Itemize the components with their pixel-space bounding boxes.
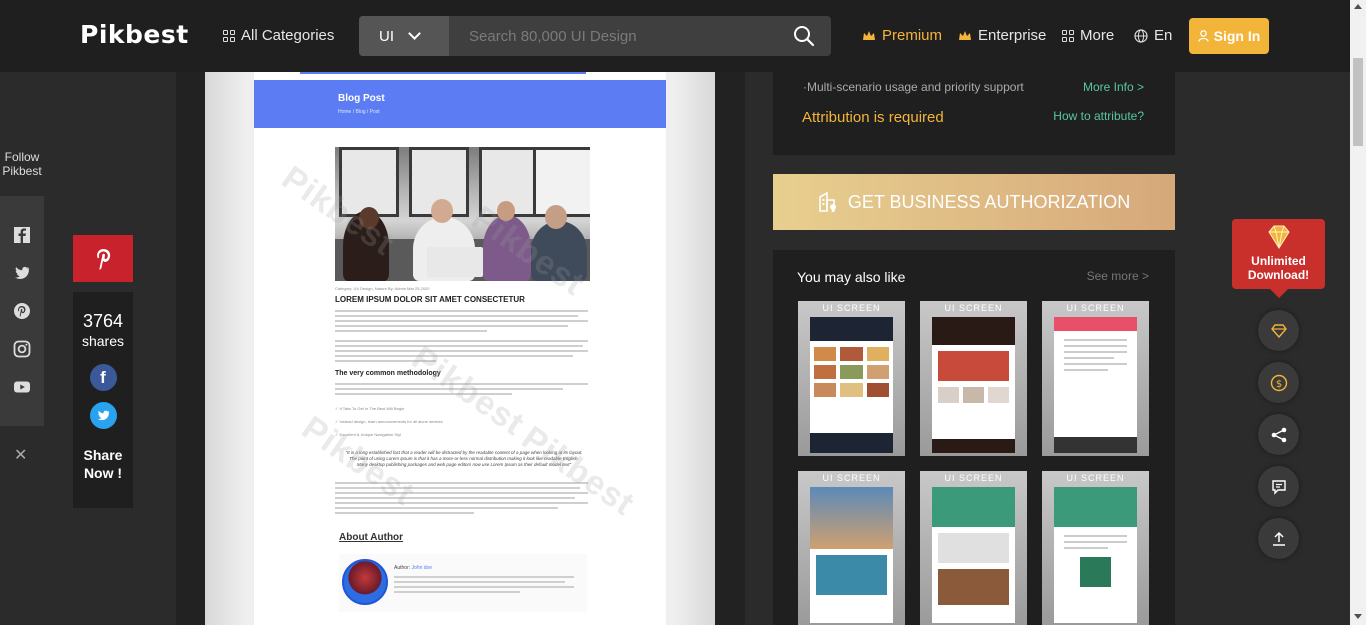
- see-more-link[interactable]: See more >: [1087, 269, 1149, 283]
- facebook-share-icon[interactable]: f: [89, 364, 117, 391]
- coin-button[interactable]: $: [1258, 362, 1299, 403]
- unlimited-download-badge[interactable]: Unlimited Download!: [1232, 219, 1325, 289]
- top-header: Pikbest All Categories UI Premium Enterp…: [0, 0, 1350, 72]
- youtube-icon[interactable]: [13, 378, 31, 396]
- crown-icon: [863, 30, 875, 40]
- blog-hero-banner: Blog Post Home / Blog / Post: [254, 80, 666, 128]
- share-now-label: Share Now !: [83, 447, 123, 481]
- article-paragraph: [335, 310, 588, 335]
- checklist-item: ✓ It Taks To Get In The Best Will Begin: [335, 406, 405, 411]
- business-authorization-label: GET BUSINESS AUTHORIZATION: [847, 191, 1131, 212]
- also-like-title: You may also like: [797, 269, 906, 285]
- related-template-thumbnail[interactable]: UI SCREEN: [1042, 301, 1149, 456]
- related-template-thumbnail[interactable]: UI SCREEN: [920, 301, 1027, 456]
- usage-support-text: ·Multi-scenario usage and priority suppo…: [803, 80, 1024, 94]
- sign-in-button[interactable]: Sign In: [1189, 18, 1269, 54]
- categories-grid-icon: [223, 29, 235, 42]
- more-info-link[interactable]: More Info >: [1083, 80, 1144, 94]
- share-button[interactable]: [1258, 414, 1299, 455]
- share-count-label: shares: [81, 333, 125, 349]
- article-title: LOREM IPSUM DOLOR SIT AMET CONSECTETUR: [335, 295, 525, 304]
- instagram-icon[interactable]: [13, 340, 31, 358]
- related-template-thumbnail[interactable]: UI SCREEN: [798, 471, 905, 625]
- crown-icon: [959, 30, 971, 40]
- feedback-button[interactable]: [1258, 466, 1299, 507]
- author-name: Author: John doe: [394, 565, 433, 571]
- checklist-item: ✓ Instead design, learn announcements fo…: [335, 419, 443, 424]
- author-avatar: [342, 559, 388, 605]
- user-icon: [1198, 30, 1209, 42]
- pinterest-icon: [97, 248, 111, 270]
- language-label: En: [1154, 27, 1173, 44]
- get-business-authorization-button[interactable]: GET BUSINESS AUTHORIZATION: [773, 174, 1175, 230]
- svg-text:$: $: [1275, 379, 1281, 390]
- premium-link[interactable]: Premium: [862, 27, 942, 44]
- how-to-attribute-link[interactable]: How to attribute?: [1053, 109, 1144, 123]
- design-preview-page[interactable]: Blog Post Home / Blog / Post Category: U…: [254, 72, 666, 625]
- pinterest-save-button[interactable]: [73, 235, 133, 282]
- share-count: 3764: [82, 311, 124, 331]
- share-panel: 3764 shares f Share Now !: [73, 292, 133, 508]
- scroll-up-arrow-icon[interactable]: [1354, 4, 1362, 9]
- close-icon[interactable]: ✕: [14, 445, 27, 465]
- language-selector[interactable]: En: [1134, 27, 1172, 44]
- enterprise-label: Enterprise: [978, 27, 1047, 44]
- scrollbar-thumb[interactable]: [1353, 58, 1363, 146]
- scroll-down-arrow-icon[interactable]: [1354, 614, 1362, 619]
- blog-hero-title: Blog Post: [338, 93, 385, 104]
- sign-in-label: Sign In: [1213, 28, 1261, 44]
- upload-arrow-icon: [1272, 531, 1285, 546]
- unlimited-label: Unlimited: [1251, 254, 1306, 268]
- related-template-thumbnail[interactable]: UI SCREEN: [1042, 471, 1149, 625]
- author-card: Author: John doe: [339, 554, 587, 612]
- all-categories-menu[interactable]: All Categories: [223, 27, 334, 44]
- search-icon[interactable]: [793, 25, 815, 47]
- share-icon: [1271, 427, 1286, 442]
- search-type-value: UI: [379, 27, 394, 45]
- search-type-select[interactable]: UI: [359, 16, 449, 56]
- more-grid-icon: [1062, 29, 1074, 42]
- author-bio: [394, 576, 574, 596]
- twitter-icon[interactable]: [13, 264, 31, 282]
- comment-icon: [1271, 479, 1286, 495]
- back-to-top-button[interactable]: [1258, 518, 1299, 559]
- dollar-coin-icon: $: [1270, 374, 1287, 391]
- premium-diamond-button[interactable]: [1258, 310, 1299, 351]
- search-bar: UI: [359, 16, 831, 56]
- diamond-icon: [1270, 323, 1287, 338]
- related-template-thumbnail[interactable]: UI SCREEN: [798, 301, 905, 456]
- vertical-scrollbar[interactable]: [1350, 0, 1366, 625]
- attribution-required-text: Attribution is required: [802, 109, 944, 126]
- about-author-heading: About Author: [339, 532, 404, 543]
- more-label: More: [1080, 27, 1115, 44]
- social-follow-bar: [0, 196, 44, 426]
- preview-page-top-edge: [300, 72, 586, 74]
- facebook-icon[interactable]: [13, 226, 31, 244]
- follow-pikbest-label: Follow Pikbest: [2, 150, 42, 178]
- globe-icon: [1134, 28, 1148, 43]
- license-info-box: ·Multi-scenario usage and priority suppo…: [773, 72, 1175, 155]
- building-license-icon: [819, 191, 836, 213]
- search-input[interactable]: [459, 16, 779, 56]
- related-template-thumbnail[interactable]: UI SCREEN: [920, 471, 1027, 625]
- badge-pointer: [1270, 289, 1288, 298]
- premium-label: Premium: [882, 27, 943, 44]
- article-paragraph: [335, 340, 588, 365]
- more-menu[interactable]: More: [1062, 27, 1114, 44]
- article-meta: Category: UX Design, Nature By: Admin Ma…: [335, 286, 430, 291]
- download-label: Download!: [1247, 268, 1310, 282]
- all-categories-label: All Categories: [241, 27, 335, 44]
- pikbest-logo[interactable]: Pikbest: [80, 20, 189, 49]
- pinterest-icon[interactable]: [13, 302, 31, 320]
- you-may-also-like-section: You may also like See more > UI SCREEN U…: [773, 250, 1175, 625]
- twitter-share-icon[interactable]: [89, 402, 117, 429]
- chevron-down-icon: [408, 27, 421, 40]
- diamond-vip-icon: [1268, 225, 1290, 249]
- enterprise-link[interactable]: Enterprise: [958, 27, 1046, 44]
- blog-breadcrumb: Home / Blog / Post: [338, 109, 380, 115]
